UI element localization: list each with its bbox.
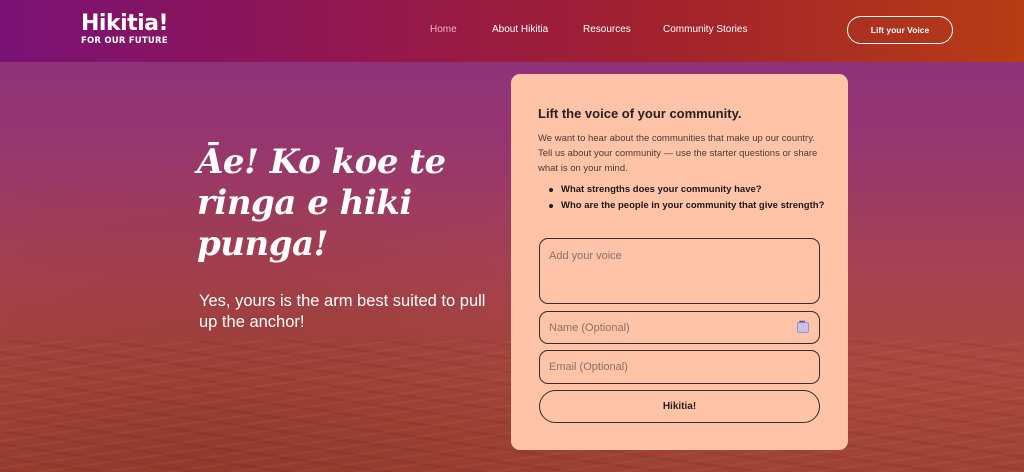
hero-subtitle: Yes, yours is the arm best suited to pul… (199, 292, 486, 331)
form-heading: Lift the voice of your community. (538, 106, 742, 121)
site-logo[interactable]: Hikitia! FOR OUR FUTURE (81, 11, 169, 47)
form-description: We want to hear about the communities th… (538, 133, 818, 174)
voice-textarea[interactable] (539, 238, 820, 304)
voice-form-card: Lift the voice of your community. We wan… (511, 74, 848, 450)
starter-question: Who are the people in your community tha… (549, 199, 829, 213)
nav-about[interactable]: About Hikitia (492, 24, 548, 35)
site-header: Hikitia! FOR OUR FUTURE Home About Hikit… (0, 0, 1024, 62)
starter-questions: What strengths does your community have?… (549, 183, 829, 215)
lift-your-voice-button[interactable]: Lift your Voice (847, 16, 953, 44)
starter-question: What strengths does your community have? (549, 183, 829, 197)
nav-home[interactable]: Home (430, 24, 457, 35)
logo-wordmark: Hikitia! (81, 11, 169, 36)
email-input[interactable] (539, 350, 820, 384)
submit-button[interactable]: Hikitia! (539, 390, 820, 423)
hero-title: Āe! Ko koe te ringa e hiki punga! (197, 142, 446, 264)
nav-resources[interactable]: Resources (583, 24, 631, 35)
logo-tagline: FOR OUR FUTURE (81, 36, 168, 46)
name-input[interactable] (539, 311, 820, 344)
password-key-icon[interactable] (797, 319, 809, 333)
nav-community-stories[interactable]: Community Stories (663, 24, 747, 35)
